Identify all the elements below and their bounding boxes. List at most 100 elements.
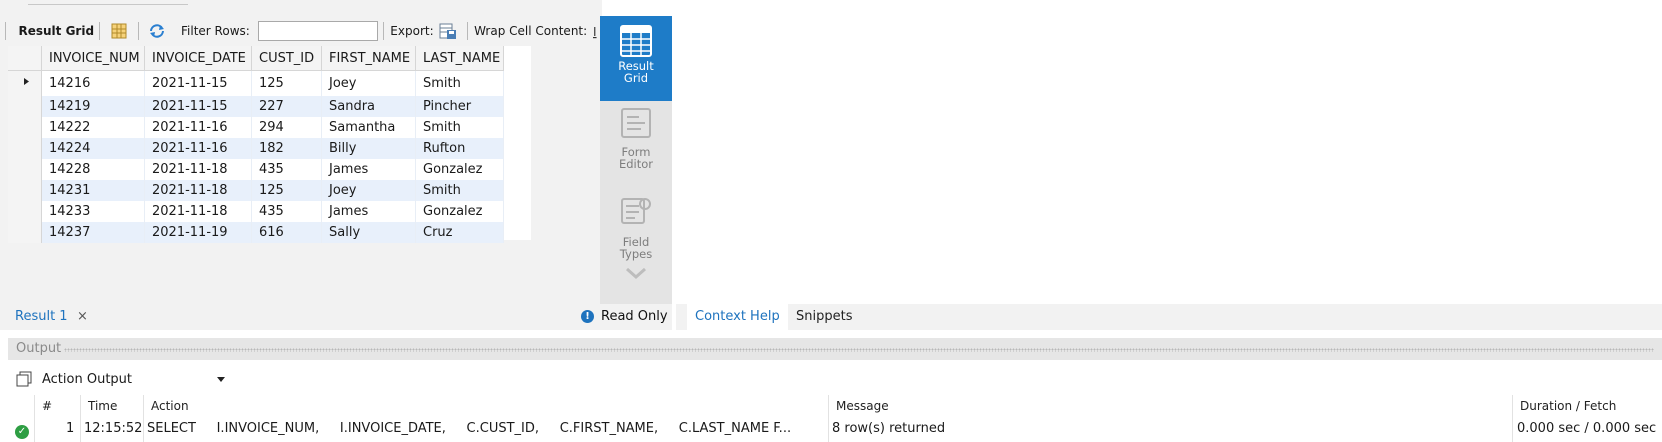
table-cell[interactable]: 2021-11-16	[144, 138, 252, 159]
table-cell[interactable]: 2021-11-15	[144, 70, 252, 96]
table-cell[interactable]: 14228	[41, 159, 145, 180]
table-cell[interactable]: 435	[251, 201, 322, 222]
wrap-cell-content-label: Wrap Cell Content:	[474, 24, 588, 38]
field-types-view-button[interactable]: Field Types	[600, 192, 672, 282]
tab-snippets[interactable]: Snippets	[788, 304, 860, 330]
svg-text:I: I	[593, 25, 597, 39]
row-marker	[8, 117, 42, 138]
table-cell[interactable]: Gonzalez	[415, 159, 504, 180]
table-cell[interactable]: Pincher	[415, 96, 504, 117]
table-cell[interactable]: 2021-11-18	[144, 159, 252, 180]
table-cell[interactable]: Samantha	[321, 117, 416, 138]
output-col-num: #	[42, 399, 53, 413]
output-row[interactable]: ✓ 1 12:15:52 SELECT I.INVOICE_NUM, I.INV…	[0, 417, 1662, 441]
scroll-down-chevron-icon[interactable]	[624, 266, 648, 280]
tab-result-1[interactable]: Result 1	[15, 309, 68, 324]
output-col-action: Action	[151, 399, 189, 413]
table-cell[interactable]: 2021-11-15	[144, 96, 252, 117]
grid-view-icon	[619, 24, 653, 58]
table-cell[interactable]: 14233	[41, 201, 145, 222]
table-cell[interactable]: 125	[251, 180, 322, 201]
table-cell[interactable]: 182	[251, 138, 322, 159]
result-grid-label: Result Grid	[18, 24, 95, 38]
table-cell[interactable]: Smith	[415, 180, 504, 201]
table-cell[interactable]: Billy	[321, 138, 416, 159]
output-type-select[interactable]: Action Output	[42, 368, 226, 390]
output-column-headers: # Time Action Message Duration / Fetch	[0, 395, 1662, 442]
table-row[interactable]: 14228 2021-11-18 435 James Gonzalez	[8, 159, 504, 180]
row-marker	[8, 96, 42, 117]
wrap-text-icon[interactable]: I	[592, 22, 597, 40]
row-marker	[8, 201, 42, 222]
column-header[interactable]: FIRST_NAME	[321, 46, 416, 71]
column-header[interactable]: INVOICE_DATE	[144, 46, 252, 71]
filter-rows-input[interactable]	[257, 21, 378, 41]
result-tab-bar: Result 1 × ! Read Only	[0, 304, 672, 330]
table-cell[interactable]: Rufton	[415, 138, 504, 159]
tab-context-help[interactable]: Context Help	[687, 304, 788, 330]
read-only-label: Read Only	[601, 309, 668, 324]
drag-handle[interactable]	[64, 348, 1654, 352]
table-cell[interactable]: Sally	[321, 222, 416, 243]
table-cell[interactable]: Joey	[321, 180, 416, 201]
table-cell[interactable]: Smith	[415, 117, 504, 138]
table-cell[interactable]: 14219	[41, 96, 145, 117]
output-toolbar: Action Output	[16, 368, 226, 390]
table-row[interactable]: 14222 2021-11-16 294 Samantha Smith	[8, 117, 504, 138]
table-cell[interactable]: 2021-11-16	[144, 117, 252, 138]
help-tab-bar: Context Help Snippets	[676, 304, 1662, 330]
close-icon[interactable]: ×	[77, 309, 88, 324]
table-cell[interactable]: 227	[251, 96, 322, 117]
table-cell[interactable]: 2021-11-19	[144, 222, 252, 243]
result-toolbar: Result Grid Filter Rows: Export: Wrap Ce…	[0, 16, 602, 46]
table-cell[interactable]: Joey	[321, 70, 416, 96]
table-cell[interactable]: Sandra	[321, 96, 416, 117]
result-grid-view-button[interactable]: Result Grid	[600, 16, 672, 101]
view-switcher-panel: Result Grid Form Editor Field Types	[600, 16, 672, 304]
column-toggle-icon[interactable]	[110, 22, 128, 40]
table-cell[interactable]: Smith	[415, 70, 504, 96]
table-cell[interactable]: 125	[251, 70, 322, 96]
export-icon[interactable]	[439, 22, 457, 40]
table-cell[interactable]: 435	[251, 159, 322, 180]
output-panel-header: Output	[8, 338, 1662, 360]
refresh-icon[interactable]	[148, 22, 166, 40]
table-row[interactable]: 14219 2021-11-15 227 Sandra Pincher	[8, 96, 504, 117]
output-col-message: Message	[836, 399, 889, 413]
output-type-value: Action Output	[42, 371, 133, 387]
table-cell[interactable]: 14231	[41, 180, 145, 201]
result-grid-view-label-2: Grid	[623, 71, 649, 85]
output-row-num: 1	[66, 421, 75, 436]
output-row-time: 12:15:52	[84, 421, 143, 436]
table-cell[interactable]: Gonzalez	[415, 201, 504, 222]
table-header-row: INVOICE_NUM INVOICE_DATE CUST_ID FIRST_N…	[8, 46, 504, 71]
success-check-icon: ✓	[15, 425, 29, 439]
form-editor-icon	[619, 106, 653, 140]
row-marker	[8, 222, 42, 243]
result-grid[interactable]: INVOICE_NUM INVOICE_DATE CUST_ID FIRST_N…	[8, 46, 531, 243]
table-row[interactable]: 14233 2021-11-18 435 James Gonzalez	[8, 201, 504, 222]
column-header[interactable]: INVOICE_NUM	[41, 46, 145, 71]
table-row[interactable]: 14224 2021-11-16 182 Billy Rufton	[8, 138, 504, 159]
current-row-marker	[8, 70, 42, 96]
table-row[interactable]: 14216 2021-11-15 125 Joey Smith	[8, 70, 504, 96]
table-cell[interactable]: 2021-11-18	[144, 201, 252, 222]
table-cell[interactable]: Cruz	[415, 222, 504, 243]
table-cell[interactable]: 14224	[41, 138, 145, 159]
table-cell[interactable]: James	[321, 159, 416, 180]
output-row-action: SELECT I.INVOICE_NUM, I.INVOICE_DATE, C.…	[147, 421, 792, 436]
table-cell[interactable]: 616	[251, 222, 322, 243]
form-editor-view-button[interactable]: Form Editor	[600, 104, 672, 192]
table-cell[interactable]: James	[321, 201, 416, 222]
table-row[interactable]: 14237 2021-11-19 616 Sally Cruz	[8, 222, 504, 243]
table-row[interactable]: 14231 2021-11-18 125 Joey Smith	[8, 180, 504, 201]
column-header[interactable]: LAST_NAME	[415, 46, 504, 71]
table-cell[interactable]: 14237	[41, 222, 145, 243]
column-header[interactable]: CUST_ID	[251, 46, 322, 71]
table-cell[interactable]: 14222	[41, 117, 145, 138]
copy-icon[interactable]	[16, 371, 32, 387]
table-cell[interactable]: 14216	[41, 70, 145, 96]
table-cell[interactable]: 294	[251, 117, 322, 138]
row-marker	[8, 159, 42, 180]
table-cell[interactable]: 2021-11-18	[144, 180, 252, 201]
